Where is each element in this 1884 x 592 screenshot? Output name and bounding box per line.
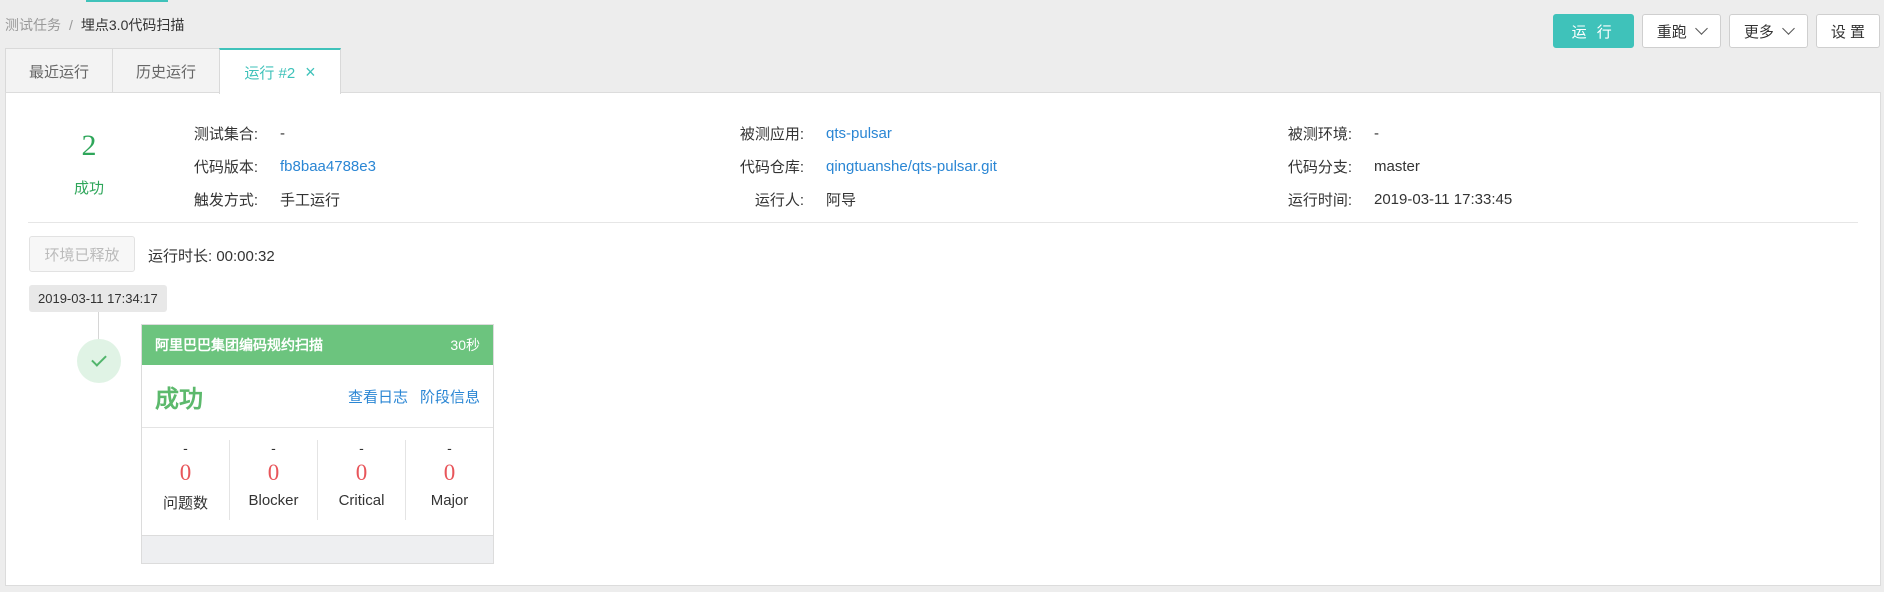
test-set-label: 测试集合: bbox=[193, 126, 258, 143]
metric-delta: - bbox=[271, 440, 276, 456]
stage-info-link[interactable]: 阶段信息 bbox=[420, 386, 480, 407]
settings-button-label: 设 置 bbox=[1830, 23, 1865, 41]
run-time-value: 2019-03-11 17:33:45 bbox=[1374, 191, 1513, 208]
chevron-down-icon bbox=[1781, 22, 1795, 35]
metric-value[interactable]: 0 bbox=[142, 458, 229, 488]
metric-major: - 0 Major bbox=[406, 440, 493, 520]
stage-card-status: 成功 查看日志 阶段信息 bbox=[142, 365, 493, 428]
repo-label: 代码仓库: bbox=[739, 159, 804, 176]
metric-value[interactable]: 0 bbox=[230, 458, 317, 488]
check-icon bbox=[91, 351, 107, 367]
stage-metrics: - 0 问题数 - 0 Blocker - 0 Critical - 0 Maj… bbox=[142, 428, 493, 536]
trigger-value: 手工运行 bbox=[280, 192, 341, 209]
metric-issues: - 0 问题数 bbox=[142, 440, 230, 520]
run-detail-panel: 2 成功 测试集合: - 代码版本: fb8baa4788e3 触发方式: 手工运行 … bbox=[5, 92, 1881, 586]
metric-delta: - bbox=[183, 440, 188, 456]
chevron-down-icon bbox=[1694, 22, 1708, 35]
run-button-label: 运 行 bbox=[1571, 23, 1615, 41]
run-time-label: 运行时间: bbox=[1287, 192, 1352, 209]
tab-history-runs[interactable]: 历史运行 bbox=[112, 48, 220, 93]
stage-status: 成功 bbox=[155, 385, 203, 413]
metric-label: Critical bbox=[338, 492, 385, 509]
stage-card-footer bbox=[142, 535, 493, 563]
metric-label: Major bbox=[430, 492, 469, 509]
stage-duration: 30秒 bbox=[450, 337, 480, 353]
active-nav-indicator bbox=[86, 0, 168, 2]
metric-label: Blocker bbox=[248, 492, 299, 509]
info-column-2: 被测应用: qts-pulsar 代码仓库: qingtuanshe/qts-pul… bbox=[692, 117, 997, 216]
timeline-connector bbox=[98, 312, 99, 340]
metric-value[interactable]: 0 bbox=[406, 458, 493, 488]
env-released-button: 环境已释放 bbox=[29, 236, 135, 272]
branch-label: 代码分支: bbox=[1287, 159, 1352, 176]
app-label: 被测应用: bbox=[739, 126, 804, 143]
repo-link[interactable]: qingtuanshe/qts-pulsar.git bbox=[826, 158, 997, 175]
run-duration: 运行时长: 00:00:32 bbox=[148, 248, 275, 265]
stage-status-indicator bbox=[77, 339, 121, 383]
breadcrumb-parent[interactable]: 测试任务 bbox=[5, 17, 61, 33]
tab-label: 历史运行 bbox=[135, 63, 196, 81]
close-icon[interactable]: × bbox=[305, 63, 316, 81]
settings-button[interactable]: 设 置 bbox=[1815, 14, 1880, 48]
stage-name: 阿里巴巴集团编码规约扫描 bbox=[155, 337, 323, 353]
metric-delta: - bbox=[447, 440, 452, 456]
env-value: - bbox=[1374, 125, 1379, 142]
branch-value: master bbox=[1374, 158, 1420, 175]
run-button[interactable]: 运 行 bbox=[1552, 14, 1634, 48]
more-button[interactable]: 更多 bbox=[1728, 14, 1808, 48]
stage-card: 阿里巴巴集团编码规约扫描 30秒 成功 查看日志 阶段信息 - 0 问题数 - … bbox=[141, 324, 494, 564]
tab-label: 最近运行 bbox=[28, 63, 89, 81]
tab-recent-runs[interactable]: 最近运行 bbox=[5, 48, 113, 93]
tab-run-2[interactable]: 运行 #2 × bbox=[219, 48, 341, 94]
metric-value[interactable]: 0 bbox=[318, 458, 405, 488]
toolbar-actions: 运 行 重跑 更多 设 置 bbox=[1552, 14, 1880, 48]
breadcrumb-current: 埋点3.0代码扫描 bbox=[80, 17, 185, 33]
env-label: 被测环境: bbox=[1287, 126, 1352, 143]
code-version-link[interactable]: fb8baa4788e3 bbox=[280, 158, 376, 175]
more-button-label: 更多 bbox=[1743, 23, 1774, 41]
divider bbox=[28, 222, 1858, 223]
info-column-1: 测试集合: - 代码版本: fb8baa4788e3 触发方式: 手工运行 bbox=[146, 117, 376, 216]
runner-label: 运行人: bbox=[754, 192, 804, 209]
run-count: 2 bbox=[81, 129, 97, 162]
view-log-link[interactable]: 查看日志 bbox=[348, 386, 408, 407]
stage-card-header: 阿里巴巴集团编码规约扫描 30秒 bbox=[142, 325, 493, 365]
run-status: 成功 bbox=[73, 180, 104, 197]
breadcrumb: 测试任务 / 埋点3.0代码扫描 bbox=[5, 15, 184, 35]
stage-timestamp: 2019-03-11 17:34:17 bbox=[29, 285, 167, 312]
metric-blocker: - 0 Blocker bbox=[230, 440, 318, 520]
runner-value: 阿导 bbox=[826, 192, 857, 209]
rerun-button[interactable]: 重跑 bbox=[1641, 14, 1721, 48]
metric-delta: - bbox=[359, 440, 364, 456]
tab-label: 运行 #2 bbox=[244, 64, 296, 82]
breadcrumb-separator: / bbox=[69, 17, 73, 33]
info-column-3: 被测环境: - 代码分支: master 运行时间: 2019-03-11 17:33… bbox=[1240, 117, 1512, 216]
tab-bar: 最近运行 历史运行 运行 #2 × bbox=[5, 48, 341, 94]
code-version-label: 代码版本: bbox=[193, 159, 258, 176]
metric-label: 问题数 bbox=[162, 495, 208, 512]
test-set-value: - bbox=[280, 125, 285, 142]
metric-critical: - 0 Critical bbox=[318, 440, 406, 520]
trigger-label: 触发方式: bbox=[193, 192, 258, 209]
app-link[interactable]: qts-pulsar bbox=[826, 125, 892, 142]
rerun-button-label: 重跑 bbox=[1656, 23, 1687, 41]
